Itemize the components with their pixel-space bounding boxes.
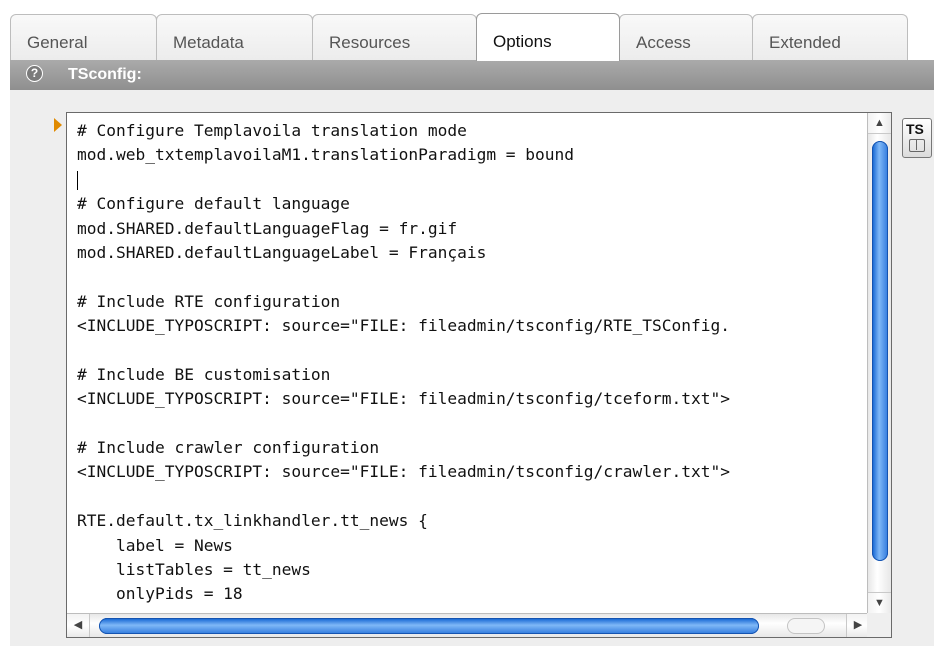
section-title: TSconfig: [68, 66, 142, 83]
tab-general[interactable]: General [10, 14, 157, 60]
code-line: mod.SHARED.defaultLanguageFlag = fr.gif [77, 218, 458, 238]
tab-access[interactable]: Access [619, 14, 753, 60]
tab-label: Resources [329, 33, 411, 52]
scroll-up-arrow-icon[interactable]: ▲ [868, 113, 891, 134]
section-header: ? TSconfig: [10, 60, 934, 90]
tsconfig-code[interactable]: # Configure Templavoila translation mode… [67, 113, 857, 613]
tab-metadata[interactable]: Metadata [156, 14, 313, 60]
tsconfig-textarea[interactable]: # Configure Templavoila translation mode… [66, 112, 892, 638]
ts-wizard-icon[interactable]: TS [902, 118, 932, 158]
text-caret [77, 170, 78, 190]
page: General Metadata Resources Options Acces… [0, 0, 934, 646]
code-line: listTables = tt_news [77, 560, 311, 580]
code-line: onlyPids = 18 [77, 584, 243, 604]
code-line: <INCLUDE_TYPOSCRIPT: source="FILE: filea… [77, 462, 730, 482]
tab-bar: General Metadata Resources Options Acces… [0, 0, 934, 61]
tab-label: Extended [769, 33, 841, 52]
help-icon[interactable]: ? [26, 65, 43, 82]
ts-wizard-label: TS [906, 121, 924, 137]
vertical-scroll-thumb[interactable] [872, 141, 888, 561]
code-line [77, 168, 857, 192]
code-line: mod.SHARED.defaultLanguageLabel = França… [77, 242, 487, 262]
code-line: mod.web_txtemplavoilaM1.translationParad… [77, 145, 575, 165]
horizontal-scroll-thumb[interactable] [99, 618, 759, 634]
code-line: # Configure default language [77, 194, 350, 214]
horizontal-scrollbar[interactable]: ◀ ▶ [67, 613, 869, 637]
code-line: RTE.default.tx_linkhandler.tt_news { [77, 511, 428, 531]
code-line: # Include crawler configuration [77, 438, 380, 458]
tab-label: Options [493, 32, 552, 51]
tab-options[interactable]: Options [476, 13, 620, 61]
tab-extended[interactable]: Extended [752, 14, 908, 60]
tab-label: Access [636, 33, 691, 52]
scroll-right-arrow-icon[interactable]: ▶ [846, 614, 869, 637]
code-line: label = News [77, 535, 233, 555]
book-icon [909, 139, 925, 152]
field-marker-arrow-icon [54, 118, 62, 132]
tab-label: Metadata [173, 33, 244, 52]
code-line: # Configure Templavoila translation mode [77, 121, 467, 140]
code-line: <INCLUDE_TYPOSCRIPT: source="FILE: filea… [77, 316, 730, 336]
horizontal-scroll-track-end [787, 618, 825, 634]
code-line: <INCLUDE_TYPOSCRIPT: source="FILE: filea… [77, 389, 730, 409]
scrollbar-corner [867, 613, 891, 637]
scroll-left-arrow-icon[interactable]: ◀ [67, 614, 90, 637]
vertical-scrollbar[interactable]: ▲ ▼ [867, 113, 891, 613]
scroll-down-arrow-icon[interactable]: ▼ [868, 592, 891, 613]
tab-resources[interactable]: Resources [312, 14, 477, 60]
code-line: # Include RTE configuration [77, 291, 341, 311]
code-line: # Include BE customisation [77, 364, 331, 384]
tab-label: General [27, 33, 88, 52]
